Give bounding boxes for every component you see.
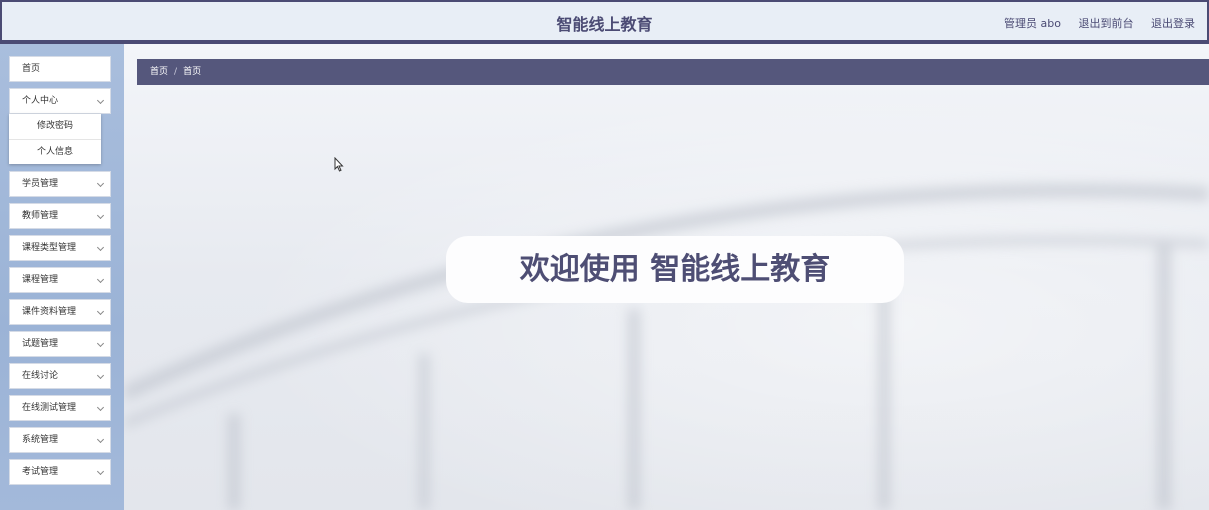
chevron-down-icon [96, 339, 105, 348]
chevron-down-icon [96, 243, 105, 252]
top-header: 智能线上教育 管理员 abo 退出到前台 退出登录 [0, 0, 1209, 44]
sidebar-item-discussion[interactable]: 在线讨论 [9, 363, 111, 389]
sidebar-item-label: 课程类型管理 [22, 243, 77, 253]
back-to-front-link[interactable]: 退出到前台 [1079, 17, 1134, 30]
mouse-pointer-icon [334, 157, 344, 172]
chevron-down-icon [96, 371, 105, 380]
sidebar-item-label: 在线测试管理 [22, 403, 77, 413]
chevron-down-icon [96, 435, 105, 444]
chevron-down-icon [96, 179, 105, 188]
breadcrumb: 首页 / 首页 [137, 59, 1209, 85]
chevron-down-icon [96, 307, 105, 316]
sidebar-item-exams[interactable]: 考试管理 [9, 459, 111, 485]
sidebar-item-system[interactable]: 系统管理 [9, 427, 111, 453]
chevron-down-icon [96, 275, 105, 284]
sidebar-item-course-types[interactable]: 课程类型管理 [9, 235, 111, 261]
sidebar-item-label: 系统管理 [22, 435, 59, 445]
admin-user-label[interactable]: 管理员 abo [1004, 17, 1061, 30]
chevron-down-icon [96, 96, 105, 105]
sidebar-item-label: 考试管理 [22, 467, 59, 477]
submenu-item-personal-info[interactable]: 个人信息 [9, 139, 101, 164]
sidebar-item-label: 在线讨论 [22, 371, 59, 381]
submenu-personal-center: 修改密码 个人信息 [9, 114, 101, 164]
breadcrumb-item-current: 首页 [183, 67, 202, 77]
sidebar-item-students[interactable]: 学员管理 [9, 171, 111, 197]
chevron-down-icon [96, 403, 105, 412]
sidebar-item-label: 教师管理 [22, 211, 59, 221]
sidebar-item-courseware[interactable]: 课件资料管理 [9, 299, 111, 325]
logout-link[interactable]: 退出登录 [1151, 17, 1195, 30]
submenu-item-change-password[interactable]: 修改密码 [9, 114, 101, 139]
sidebar-item-label: 首页 [22, 64, 41, 74]
sidebar-item-teachers[interactable]: 教师管理 [9, 203, 111, 229]
sidebar-item-courses[interactable]: 课程管理 [9, 267, 111, 293]
sidebar-item-home[interactable]: 首页 [9, 56, 111, 82]
welcome-text: 欢迎使用 智能线上教育 [519, 252, 831, 287]
sidebar-item-personal-center[interactable]: 个人中心 [9, 88, 111, 114]
sidebar-item-online-tests[interactable]: 在线测试管理 [9, 395, 111, 421]
chevron-down-icon [96, 467, 105, 476]
chevron-down-icon [96, 211, 105, 220]
welcome-banner: 欢迎使用 智能线上教育 [446, 236, 904, 303]
sidebar-item-label: 个人中心 [22, 96, 59, 106]
sidebar-item-label: 课程管理 [22, 275, 59, 285]
breadcrumb-item-home[interactable]: 首页 [150, 67, 168, 77]
sidebar-item-label: 课件资料管理 [22, 307, 77, 317]
sidebar-item-questions[interactable]: 试题管理 [9, 331, 111, 357]
sidebar-item-label: 学员管理 [22, 179, 59, 189]
breadcrumb-separator: / [174, 67, 178, 77]
sidebar-item-label: 试题管理 [22, 339, 59, 349]
header-nav: 管理员 abo 退出到前台 退出登录 [990, 15, 1195, 31]
